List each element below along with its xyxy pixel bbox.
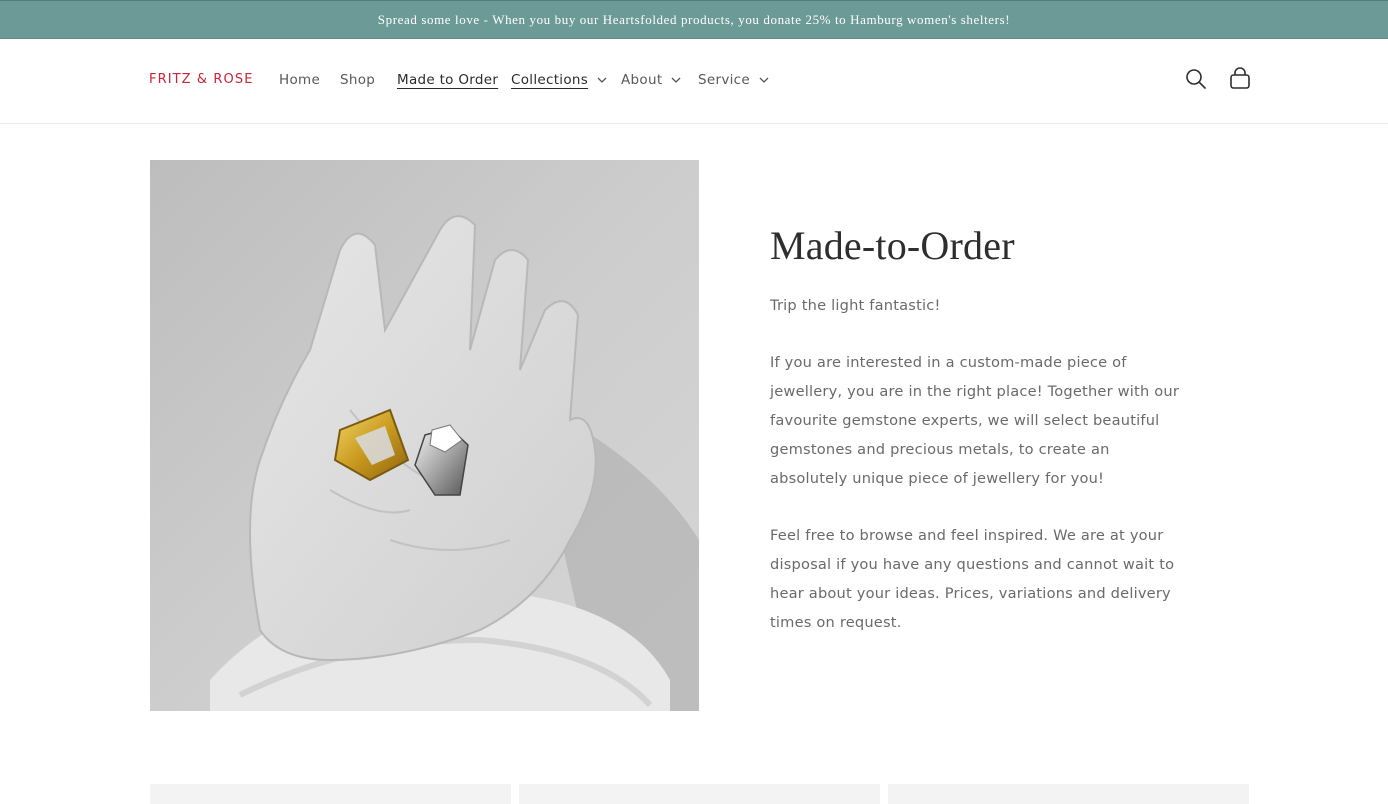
collection-card[interactable] <box>150 784 511 804</box>
nav-made-to-order[interactable]: Made to Order <box>397 72 498 88</box>
nav-collections-label: Collections <box>511 72 589 88</box>
nav-made-to-order-label: Made to Order <box>397 72 499 88</box>
chevron-down-icon <box>671 77 681 83</box>
logo[interactable]: FRITZ & ROSE <box>149 72 254 87</box>
nav-home[interactable]: Home <box>279 72 320 88</box>
collection-card[interactable] <box>888 784 1249 804</box>
search-icon <box>1186 69 1206 89</box>
search-button[interactable] <box>1184 67 1208 91</box>
nav-service-label: Service <box>698 72 750 88</box>
contact-paragraph: Feel free to browse and feel inspired. W… <box>770 527 1175 631</box>
intro-paragraph: Trip the light fantastic! <box>770 297 941 314</box>
nav-home-label: Home <box>279 72 321 88</box>
collection-card[interactable] <box>519 784 880 804</box>
announcement-text: Spread some love - When you buy our Hear… <box>377 11 1011 27</box>
nav-shop-label: Shop <box>340 72 376 88</box>
made-to-order-content: Made-to-Order Trip the light fantastic! … <box>770 222 1190 631</box>
description-paragraph: If you are interested in a custom-made p… <box>770 354 1180 487</box>
announcement-bar: Spread some love - When you buy our Hear… <box>0 0 1388 39</box>
nav-shop[interactable]: Shop <box>340 72 375 88</box>
page-title: Made-to-Order <box>770 223 1015 268</box>
cart-button[interactable] <box>1228 67 1252 91</box>
nav-about-label: About <box>621 72 663 88</box>
nav-collections[interactable]: Collections <box>511 72 607 88</box>
hero-image <box>150 160 699 711</box>
site-header: FRITZ & ROSE Home Shop Made to Order Col… <box>0 39 1388 124</box>
chevron-down-icon <box>597 77 607 83</box>
cart-icon <box>1230 67 1250 89</box>
hand-sculpture-image <box>150 160 699 711</box>
nav-service[interactable]: Service <box>698 72 769 88</box>
chevron-down-icon <box>759 77 769 83</box>
nav-about[interactable]: About <box>621 72 681 88</box>
